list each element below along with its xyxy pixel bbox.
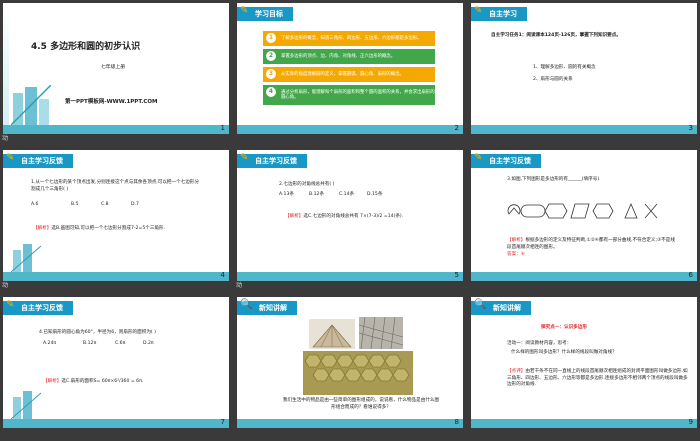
slide-number: 5 [454, 271, 459, 279]
option-b: B.5 [71, 202, 79, 207]
bottom-bar [237, 125, 463, 134]
option-a: A.13条 [279, 192, 294, 197]
slide-4-thumbnail[interactable]: ✎ 自主学习反馈 1.从一个七边形的某个顶点出发,分别连接这个点与其余各顶点,可以… [3, 150, 229, 281]
side-label: 动 [2, 282, 9, 289]
pencil-icon: ✎ [6, 152, 15, 163]
slide-9-thumbnail[interactable]: 🔍 新知讲解 探究点一：认识多边形 活动一：阅读教材内容，思考： 什么样的图形叫多… [471, 297, 697, 428]
side-strip [3, 3, 9, 134]
goal-item: 1 了解多边形的概念，知道三角形、四边形、五边形、六边形都是多边形。 [263, 31, 435, 46]
slide-number: 9 [688, 418, 693, 426]
slide-header: ✎ 自主学习反馈 [3, 152, 73, 168]
slide-7-thumbnail[interactable]: ✎ 自主学习反馈 4.已知扇形的圆心角为60°，半径为6，则扇形的面积为( ) A… [3, 297, 229, 428]
answer-text: 【解析】根据多边形的定义及特征判断,①②④都有一部分曲线,不符合定义;③不是线段… [507, 238, 675, 250]
slide-number: 4 [220, 271, 225, 279]
option-b: B.12条 [309, 192, 325, 197]
answer-text: 【解析】选B.画图可知,可以把一个七边形分割成7-2=5个三角形. [33, 226, 166, 231]
answer-result: 答案：⑥ [507, 252, 525, 257]
goal-item: 4 通过分析扇形，能理解每个扇形的面积和整个圆的面积的关系，并会求出扇形的圆心角。 [263, 85, 435, 105]
bottom-bar [471, 419, 697, 428]
bottom-bar [237, 419, 463, 428]
building-illustration [11, 85, 51, 125]
point-item: 1、理解多边形、圆的有关概念 [533, 65, 596, 70]
slide-header: ✎ 自主学习反馈 [237, 152, 307, 168]
honeycomb-photo [303, 351, 413, 395]
option-a: A.6 [31, 202, 39, 207]
slide-number: 1 [220, 124, 225, 132]
question-text: 2.七边形的对角线总共有( ) [279, 182, 335, 187]
answer-text: 【解析】选C.七边形的对角线总共有 7×(7-3)/2 =14(条). [285, 214, 404, 219]
slide-number: 2 [454, 124, 459, 132]
option-c: C.8 [101, 202, 109, 207]
activity-question: 什么样的图形叫多边形？什么样的线段叫做对角线？ [511, 350, 617, 355]
slide-2-thumbnail[interactable]: ✎ 学习目标 1 了解多边形的概念，知道三角形、四边形、五边形、六边形都是多边形。 … [237, 3, 463, 134]
bottom-bar [3, 125, 229, 134]
stadium-photo [359, 317, 403, 349]
slide-header: 🔍 新知讲解 [237, 299, 297, 315]
bottom-bar [471, 272, 697, 281]
pencil-icon: ✎ [474, 5, 483, 16]
question-text: 4.已知扇形的圆心角为60°，半径为6，则扇形的面积为( ) [39, 330, 156, 335]
option-d: D.15条 [367, 192, 383, 197]
slide-3-thumbnail[interactable]: ✎ 自主学习 自主学习任务1：阅读课本124页-126页，掌握下列知识要点。 1、… [471, 3, 697, 134]
slide-5-thumbnail[interactable]: ✎ 自主学习反馈 2.七边形的对角线总共有( ) A.13条 B.12条 C.14… [237, 150, 463, 281]
option-c: C.14条 [339, 192, 355, 197]
option-d: D.2π [143, 341, 154, 346]
slide-header: ✎ 自主学习 [471, 5, 527, 21]
slide-8-thumbnail[interactable]: 🔍 新知讲解 我们生活中的物品是由一些简单的图形组成的，说说看，什么物品是由什么图… [237, 297, 463, 428]
activity-title: 探究点一：认识多边形 [541, 325, 587, 330]
side-label: 动 [236, 282, 243, 289]
pencil-icon: ✎ [240, 152, 249, 163]
option-d: D.7 [131, 202, 139, 207]
question-text: 3.如图,下列图形是多边形的有______(填序号). [507, 177, 601, 182]
activity-1: 活动一：阅读教材内容，思考： [507, 341, 572, 346]
side-label: 动 [2, 135, 9, 142]
magnifier-icon: 🔍 [240, 299, 253, 310]
building-illustration [11, 244, 41, 272]
question-text: 1.从一个七边形的某个顶点出发,分别连接这个点与其余各顶点,可以把一个七边形分割… [31, 180, 200, 192]
slide-1-thumbnail[interactable]: 4.5 多边形和圆的初步认识 七年级上册 第一PPT模板网-WWW.1PPT.C… [3, 3, 229, 134]
goal-item: 2 掌握多边形的顶点、边、内角、对角线、正六边形的概念。 [263, 49, 435, 64]
slide-number: 8 [454, 418, 459, 426]
goal-item: 3 从实际的角度理解圆的定义，掌握圆弧、圆心角、扇形的概念。 [263, 67, 435, 82]
pencil-icon: ✎ [6, 299, 15, 310]
task-text: 自主学习任务1：阅读课本124页-126页，掌握下列知识要点。 [491, 33, 621, 38]
caption-text: 我们生活中的物品是由一些简单的图形组成的，说说看，什么物品是由什么图形组合而成的… [282, 398, 440, 410]
bottom-bar [471, 125, 697, 134]
slide-number: 7 [220, 418, 225, 426]
shapes-figure [507, 202, 658, 219]
slide-6-thumbnail[interactable]: ✎ 自主学习反馈 3.如图,下列图形是多边形的有______(填序号). 【解析】… [471, 150, 697, 281]
slide-title: 4.5 多边形和圆的初步认识 [31, 42, 141, 52]
slide-header: ✎ 学习目标 [237, 5, 293, 21]
comment-text: 【点评】由若干条不在同一直线上的线段首尾顺次相连组成的封闭平面图形叫做多边形.如… [507, 369, 688, 387]
slide-number: 3 [688, 124, 693, 132]
credit-text: 第一PPT模板网-WWW.1PPT.COM [65, 99, 158, 105]
answer-text: 【解析】选C.扇形的面积S= 60π×6²/360 = 6π. [43, 379, 144, 384]
option-c: C.6π [115, 341, 126, 346]
slide-header: ✎ 自主学习反馈 [3, 299, 73, 315]
magnifier-icon: 🔍 [474, 299, 487, 310]
slide-number: 6 [688, 271, 693, 279]
point-item: 2、扇形与圆的关系 [533, 77, 573, 82]
pencil-icon: ✎ [240, 5, 249, 16]
option-b: B.12π [83, 341, 97, 346]
building-illustration [11, 391, 41, 419]
bottom-bar [3, 272, 229, 281]
slide-header: 🔍 新知讲解 [471, 299, 531, 315]
bottom-bar [3, 419, 229, 428]
option-a: A.24π [43, 341, 57, 346]
fan-photo [309, 319, 355, 349]
slide-header: ✎ 自主学习反馈 [471, 152, 541, 168]
pencil-icon: ✎ [474, 152, 483, 163]
bottom-bar [237, 272, 463, 281]
slide-subtitle: 七年级上册 [101, 65, 125, 70]
